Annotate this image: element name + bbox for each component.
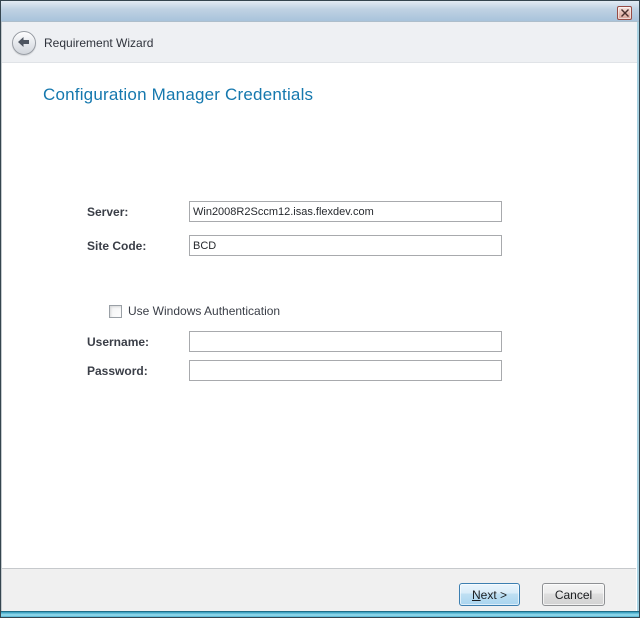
close-button[interactable] bbox=[617, 6, 632, 20]
site-code-input[interactable] bbox=[189, 235, 502, 256]
site-code-label: Site Code: bbox=[87, 239, 146, 253]
username-label: Username: bbox=[87, 335, 149, 349]
wizard-header: Requirement Wizard bbox=[2, 22, 638, 63]
username-input[interactable] bbox=[189, 331, 502, 352]
server-label: Server: bbox=[87, 205, 128, 219]
windows-auth-checkbox[interactable] bbox=[109, 305, 122, 318]
cancel-button[interactable]: Cancel bbox=[542, 583, 605, 606]
wizard-title: Requirement Wizard bbox=[44, 22, 153, 63]
back-button[interactable] bbox=[12, 31, 36, 55]
title-bar[interactable] bbox=[1, 1, 639, 22]
next-button-label-rest: ext > bbox=[481, 588, 507, 602]
windows-auth-row: Use Windows Authentication bbox=[109, 304, 280, 318]
password-label: Password: bbox=[87, 364, 148, 378]
password-input[interactable] bbox=[189, 360, 502, 381]
next-button-accesskey: N bbox=[472, 588, 481, 602]
server-input[interactable] bbox=[189, 201, 502, 222]
wizard-window: Requirement Wizard Configuration Manager… bbox=[0, 0, 640, 618]
content-area: Configuration Manager Credentials Server… bbox=[2, 64, 636, 568]
close-icon bbox=[621, 9, 629, 17]
windows-auth-label[interactable]: Use Windows Authentication bbox=[128, 304, 280, 318]
next-button[interactable]: Next > bbox=[459, 583, 520, 606]
back-arrow-icon bbox=[18, 34, 30, 52]
footer-bar: Next > Cancel bbox=[2, 568, 636, 611]
page-heading: Configuration Manager Credentials bbox=[43, 85, 313, 105]
window-bottom-border bbox=[1, 611, 639, 617]
